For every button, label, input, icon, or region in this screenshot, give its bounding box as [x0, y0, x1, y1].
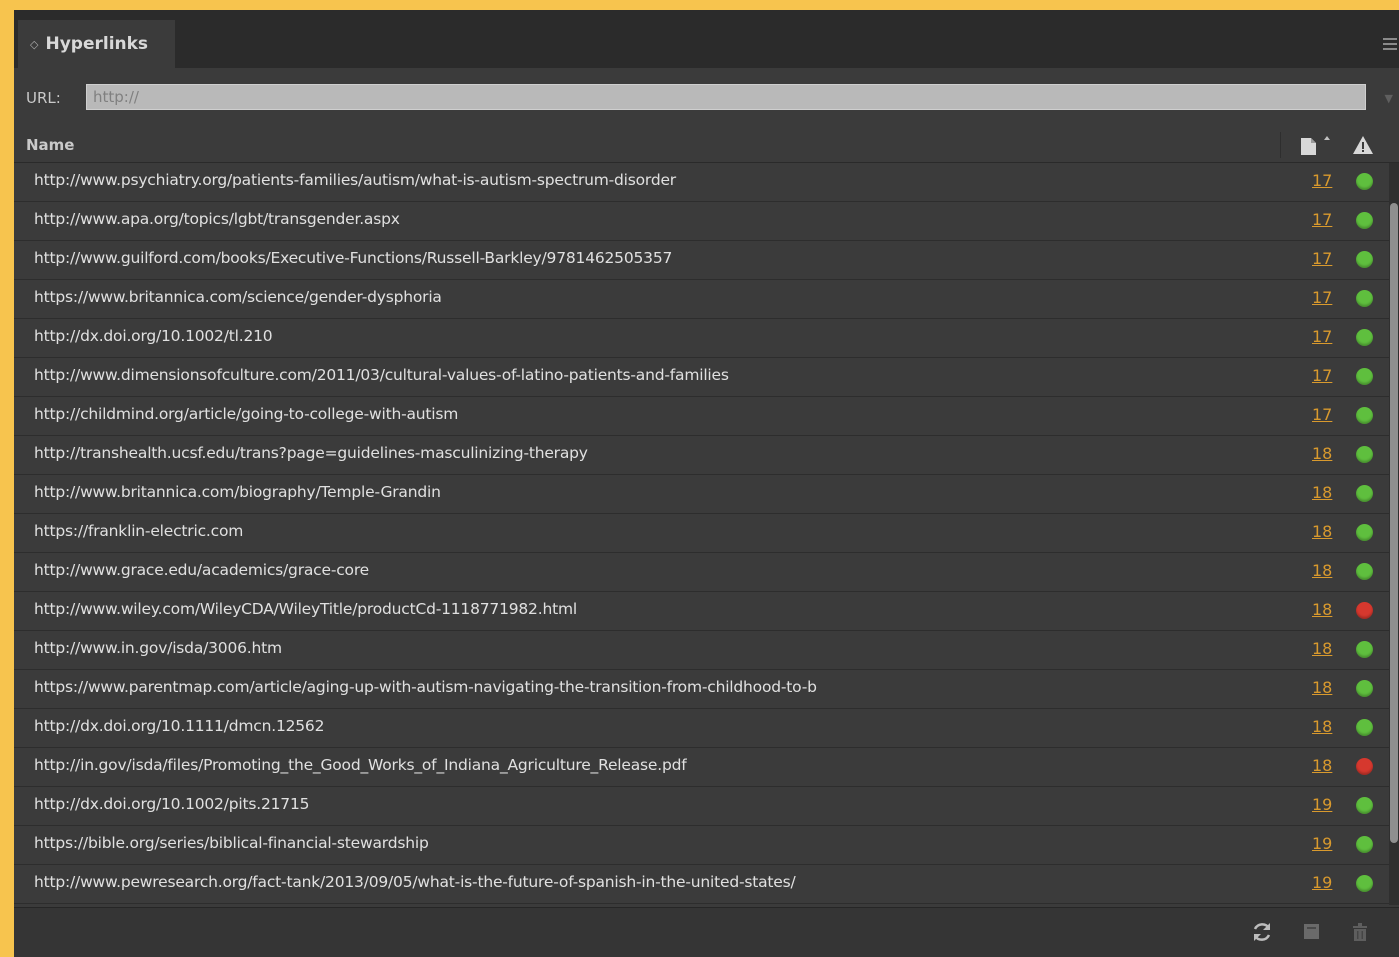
hyperlink-page-link[interactable]: 17: [1312, 405, 1332, 424]
status-ok-icon: [1356, 251, 1373, 268]
column-header-name[interactable]: Name: [26, 136, 74, 154]
panel-menu-icon[interactable]: [1383, 38, 1397, 50]
status-ok-icon: [1356, 290, 1373, 307]
status-ok-icon: [1356, 797, 1373, 814]
column-header: Name: [14, 128, 1399, 163]
status-ok-icon: [1356, 212, 1373, 229]
hyperlink-row[interactable]: http://www.apa.org/topics/lgbt/transgend…: [14, 202, 1389, 241]
status-ok-icon: [1356, 524, 1373, 541]
hyperlink-page-link[interactable]: 18: [1312, 522, 1332, 541]
hyperlink-page-link[interactable]: 18: [1312, 717, 1332, 736]
url-dropdown-icon[interactable]: ▼: [1385, 92, 1393, 105]
status-ok-icon: [1356, 836, 1373, 853]
scrollbar-thumb[interactable]: [1390, 203, 1398, 843]
hyperlink-row[interactable]: https://www.britannica.com/science/gende…: [14, 280, 1389, 319]
hyperlink-row[interactable]: http://dx.doi.org/10.1002/pits.21715 19: [14, 787, 1389, 826]
hyperlink-url: http://www.wiley.com/WileyCDA/WileyTitle…: [34, 600, 577, 618]
hyperlink-url: http://www.psychiatry.org/patients-famil…: [34, 171, 676, 189]
status-ok-icon: [1356, 446, 1373, 463]
hyperlink-page-link[interactable]: 19: [1312, 795, 1332, 814]
hyperlink-url: http://dx.doi.org/10.1002/tl.210: [34, 327, 273, 345]
tab-hyperlinks[interactable]: ◇ Hyperlinks: [18, 20, 175, 68]
hyperlink-url: http://in.gov/isda/files/Promoting_the_G…: [34, 756, 687, 774]
hyperlink-page-link[interactable]: 18: [1312, 639, 1332, 658]
hyperlink-page-link[interactable]: 17: [1312, 210, 1332, 229]
hyperlinks-panel: ◇ Hyperlinks URL: ▼ Name htt: [14, 10, 1399, 957]
url-row: URL: ▼: [14, 80, 1399, 116]
status-ok-icon: [1356, 680, 1373, 697]
status-error-icon: [1356, 758, 1373, 775]
status-ok-icon: [1356, 407, 1373, 424]
panel-title: Hyperlinks: [45, 34, 149, 54]
hyperlink-page-link[interactable]: 17: [1312, 288, 1332, 307]
hyperlink-row[interactable]: https://bible.org/series/biblical-financ…: [14, 826, 1389, 865]
hyperlink-row[interactable]: https://franklin-electric.com 18: [14, 514, 1389, 553]
status-ok-icon: [1356, 485, 1373, 502]
hyperlink-url: http://www.britannica.com/biography/Temp…: [34, 483, 441, 501]
delete-icon[interactable]: [1348, 920, 1372, 944]
status-ok-icon: [1356, 875, 1373, 892]
hyperlink-row[interactable]: http://www.dimensionsofculture.com/2011/…: [14, 358, 1389, 397]
hyperlink-row[interactable]: http://www.guilford.com/books/Executive-…: [14, 241, 1389, 280]
status-ok-icon: [1356, 563, 1373, 580]
hyperlink-url: http://dx.doi.org/10.1111/dmcn.12562: [34, 717, 325, 735]
hyperlink-row[interactable]: http://dx.doi.org/10.1111/dmcn.12562 18: [14, 709, 1389, 748]
hyperlink-page-link[interactable]: 18: [1312, 483, 1332, 502]
scrollbar[interactable]: [1389, 163, 1399, 905]
hyperlink-url: http://dx.doi.org/10.1002/pits.21715: [34, 795, 310, 813]
page-column-icon[interactable]: [1298, 134, 1334, 156]
hyperlink-row[interactable]: http://in.gov/isda/files/Promoting_the_G…: [14, 748, 1389, 787]
status-column-icon[interactable]: [1352, 134, 1374, 156]
hyperlink-url: https://www.britannica.com/science/gende…: [34, 288, 442, 306]
hyperlink-row[interactable]: http://www.grace.edu/academics/grace-cor…: [14, 553, 1389, 592]
hyperlink-url: http://www.in.gov/isda/3006.htm: [34, 639, 282, 657]
hyperlink-row[interactable]: http://www.wiley.com/WileyCDA/WileyTitle…: [14, 592, 1389, 631]
column-divider: [1280, 132, 1281, 158]
hyperlink-page-link[interactable]: 17: [1312, 171, 1332, 190]
hyperlink-page-link[interactable]: 18: [1312, 444, 1332, 463]
hyperlink-page-link[interactable]: 18: [1312, 756, 1332, 775]
hyperlink-page-link[interactable]: 19: [1312, 834, 1332, 853]
hyperlink-url: http://www.pewresearch.org/fact-tank/201…: [34, 873, 796, 891]
hyperlink-url: http://www.grace.edu/academics/grace-cor…: [34, 561, 369, 579]
panel-footer: [14, 907, 1399, 957]
hyperlink-row[interactable]: http://www.pewresearch.org/fact-tank/201…: [14, 865, 1389, 904]
hyperlink-url: https://franklin-electric.com: [34, 522, 244, 540]
refresh-icon[interactable]: [1250, 920, 1274, 944]
hyperlink-row[interactable]: http://dx.doi.org/10.1002/tl.210 17: [14, 319, 1389, 358]
hyperlink-url: http://transhealth.ucsf.edu/trans?page=g…: [34, 444, 588, 462]
hyperlink-row[interactable]: http://transhealth.ucsf.edu/trans?page=g…: [14, 436, 1389, 475]
hyperlink-url: http://www.apa.org/topics/lgbt/transgend…: [34, 210, 400, 228]
hyperlink-row[interactable]: http://www.britannica.com/biography/Temp…: [14, 475, 1389, 514]
hyperlink-page-link[interactable]: 18: [1312, 561, 1332, 580]
hyperlink-page-link[interactable]: 19: [1312, 873, 1332, 892]
status-ok-icon: [1356, 329, 1373, 346]
hyperlink-url: http://www.guilford.com/books/Executive-…: [34, 249, 673, 267]
hyperlink-list: http://www.psychiatry.org/patients-famil…: [14, 163, 1389, 904]
url-label: URL:: [26, 89, 61, 107]
hyperlink-row[interactable]: https://www.parentmap.com/article/aging-…: [14, 670, 1389, 709]
status-ok-icon: [1356, 641, 1373, 658]
hyperlink-row[interactable]: http://www.psychiatry.org/patients-famil…: [14, 163, 1389, 202]
panel-tab-bar: ◇ Hyperlinks: [14, 10, 1399, 68]
hyperlink-url: http://www.dimensionsofculture.com/2011/…: [34, 366, 729, 384]
hyperlink-page-link[interactable]: 17: [1312, 366, 1332, 385]
hyperlink-page-link[interactable]: 17: [1312, 249, 1332, 268]
status-error-icon: [1356, 602, 1373, 619]
hyperlink-page-link[interactable]: 18: [1312, 600, 1332, 619]
status-ok-icon: [1356, 368, 1373, 385]
status-ok-icon: [1356, 173, 1373, 190]
new-hyperlink-icon[interactable]: [1300, 920, 1324, 944]
hyperlink-row[interactable]: http://www.in.gov/isda/3006.htm 18: [14, 631, 1389, 670]
hyperlink-url: http://childmind.org/article/going-to-co…: [34, 405, 459, 423]
hyperlink-page-link[interactable]: 18: [1312, 678, 1332, 697]
hyperlink-row[interactable]: http://childmind.org/article/going-to-co…: [14, 397, 1389, 436]
status-ok-icon: [1356, 719, 1373, 736]
hyperlink-url: https://www.parentmap.com/article/aging-…: [34, 678, 817, 696]
url-input[interactable]: [86, 84, 1366, 110]
hyperlink-url: https://bible.org/series/biblical-financ…: [34, 834, 429, 852]
hyperlink-page-link[interactable]: 17: [1312, 327, 1332, 346]
panel-collapse-icon[interactable]: ◇: [30, 39, 38, 50]
